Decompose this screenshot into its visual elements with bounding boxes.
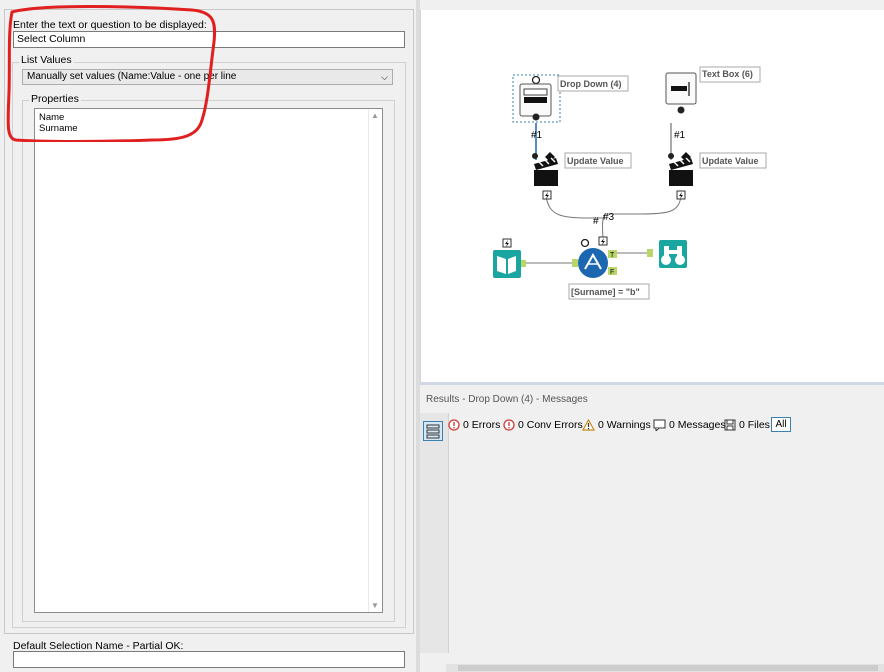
messages-count: 0 Messages <box>669 419 726 431</box>
conv-errors-count: 0 Conv Errors <box>518 419 583 431</box>
all-filter-button[interactable]: All <box>771 417 791 432</box>
scroll-down-icon[interactable]: ▼ <box>371 601 379 610</box>
filter-tool[interactable]: T F <box>572 236 617 278</box>
update-value-label-2: Update Value <box>702 156 759 166</box>
results-title: Results - Drop Down (4) - Messages <box>426 394 588 405</box>
dropdown-tool[interactable] <box>512 74 561 123</box>
warnings-count: 0 Warnings <box>598 419 651 431</box>
list-view-icon <box>426 424 440 439</box>
files-filter[interactable]: 0 Files <box>724 419 770 431</box>
warnings-filter[interactable]: 0 Warnings <box>582 419 651 431</box>
dropdown-value: Manually set values (Name:Value - one pe… <box>27 71 237 82</box>
error-icon <box>448 419 460 431</box>
textbox-tool[interactable] <box>665 72 697 114</box>
properties-line: Name <box>39 112 65 123</box>
true-port-label: T <box>610 252 615 259</box>
update-value-label-1: Update Value <box>567 156 624 166</box>
properties-scrollbar[interactable]: ▲ ▼ <box>368 109 382 612</box>
configuration-panel: Enter the text or question to be display… <box>0 0 416 672</box>
message-list-button[interactable] <box>423 421 443 441</box>
list-values-label: List Values <box>19 54 74 66</box>
properties-textarea[interactable]: Name Surname ▲ ▼ <box>34 108 383 613</box>
warning-icon <box>582 419 595 431</box>
messages-filter[interactable]: 0 Messages <box>653 419 726 431</box>
file-icon <box>724 419 736 431</box>
connection-label: #1 <box>674 130 686 141</box>
textbox-tool-label: Text Box (6) <box>702 69 753 79</box>
message-icon <box>653 419 666 431</box>
files-count: 0 Files <box>739 419 770 431</box>
results-horizontal-scrollbar[interactable] <box>446 664 884 672</box>
false-port-label: F <box>610 269 614 276</box>
connection-line <box>602 195 682 243</box>
update-value-tool-2[interactable] <box>668 152 693 200</box>
default-selection-input[interactable] <box>13 651 405 668</box>
errors-filter[interactable]: 0 Errors <box>448 419 500 431</box>
connection-label: # <box>593 216 599 227</box>
errors-count: 0 Errors <box>463 419 501 431</box>
properties-line: Surname <box>39 123 78 134</box>
filter-expression-label: [Surname] = "b" <box>571 287 640 297</box>
connection-line <box>545 195 605 219</box>
connection-label: #1 <box>531 130 543 141</box>
dropdown-tool-label: Drop Down (4) <box>560 79 622 89</box>
question-label: Enter the text or question to be display… <box>13 19 207 31</box>
question-input[interactable]: Select Column <box>13 31 405 48</box>
conv-errors-filter[interactable]: 0 Conv Errors <box>503 419 583 431</box>
workflow-diagram: Drop Down (4) #1 Text Box (6) #1 Update … <box>493 66 767 300</box>
scroll-up-icon[interactable]: ▲ <box>371 111 379 120</box>
properties-label: Properties <box>29 93 81 105</box>
results-panel: Results - Drop Down (4) - Messages 0 Err… <box>420 385 884 672</box>
scrollbar-thumb[interactable] <box>458 665 878 671</box>
list-values-dropdown[interactable]: Manually set values (Name:Value - one pe… <box>22 69 393 85</box>
results-side-toolbar <box>420 413 449 653</box>
input-data-tool[interactable] <box>493 238 526 278</box>
workflow-canvas[interactable]: Drop Down (4) #1 Text Box (6) #1 Update … <box>420 10 884 382</box>
connection-label: #3 <box>603 212 615 223</box>
chevron-down-icon: ⌵ <box>381 72 388 82</box>
conversion-error-icon <box>503 419 515 431</box>
browse-tool[interactable] <box>647 240 687 268</box>
